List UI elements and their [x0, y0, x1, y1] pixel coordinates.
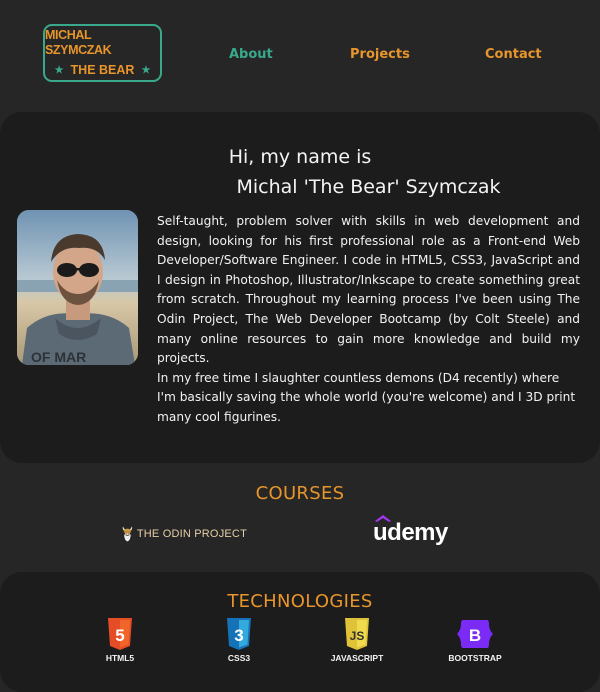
- tech-label: JAVASCRIPT: [330, 653, 384, 663]
- svg-text:JS: JS: [350, 629, 365, 643]
- star-icon: ★: [141, 65, 151, 76]
- svg-text:3: 3: [234, 626, 243, 645]
- bio-paragraph: Self-taught, problem solver with skills …: [157, 214, 580, 366]
- bio-paragraph: In my free time I slaughter countless de…: [157, 370, 576, 424]
- udemy-label: udemy: [373, 519, 448, 546]
- tech-item-bootstrap: B BOOTSTRAP: [435, 618, 515, 663]
- tech-label: HTML5: [105, 653, 135, 663]
- logo-nickname-row: ★ THE BEAR ★: [55, 63, 151, 78]
- logo-nickname: THE BEAR: [70, 63, 135, 77]
- nav-about-link[interactable]: About: [229, 47, 273, 62]
- tech-label: BOOTSTRAP: [448, 653, 502, 663]
- bio-text: Self-taught, problem solver with skills …: [157, 212, 580, 428]
- tech-item-javascript: JS JAVASCRIPT: [317, 618, 397, 663]
- site-logo[interactable]: MICHAL SZYMCZAK ★ THE BEAR ★: [43, 24, 162, 82]
- udemy-logo[interactable]: udemy: [373, 515, 448, 547]
- javascript-icon: JS: [345, 618, 369, 650]
- udemy-hat-icon: [375, 515, 391, 522]
- greeting-line1: Hi, my name is: [228, 146, 372, 168]
- nav-contact-link[interactable]: Contact: [485, 47, 542, 62]
- tech-item-html5: 5 HTML5: [80, 618, 160, 663]
- tech-label: CSS3: [227, 653, 251, 663]
- courses-heading: COURSES: [255, 483, 345, 504]
- css3-icon: 3: [227, 618, 251, 650]
- html5-icon: 5: [108, 618, 132, 650]
- viking-icon: [122, 526, 133, 542]
- technologies-heading: TECHNOLOGIES: [227, 591, 373, 612]
- star-icon: ★: [54, 65, 64, 76]
- greeting-name: Michal 'The Bear' Szymczak: [236, 176, 501, 198]
- bootstrap-icon: B: [457, 620, 493, 648]
- nav-projects-link[interactable]: Projects: [350, 47, 410, 62]
- greeting-heading: Hi, my name is Michal 'The Bear' Szymcza…: [0, 142, 600, 202]
- site-header: MICHAL SZYMCZAK ★ THE BEAR ★ About Proje…: [0, 0, 600, 112]
- svg-text:OF MAR: OF MAR: [31, 349, 86, 365]
- odin-project-logo[interactable]: THE ODIN PROJECT: [122, 512, 247, 556]
- tech-item-css3: 3 CSS3: [199, 618, 279, 663]
- svg-text:B: B: [469, 626, 481, 645]
- logo-name: MICHAL SZYMCZAK: [45, 28, 112, 57]
- svg-text:5: 5: [115, 626, 124, 645]
- odin-project-label: THE ODIN PROJECT: [136, 528, 247, 540]
- profile-photo: OF MAR: [17, 210, 138, 365]
